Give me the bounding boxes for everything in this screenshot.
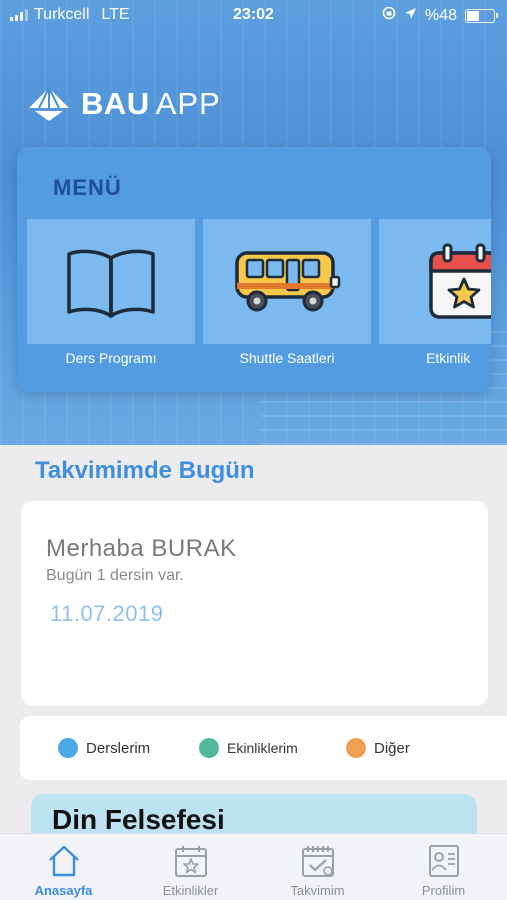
calendar-star-icon	[173, 842, 209, 880]
menu-item-shuttle-saatleri[interactable]: Shuttle Saatleri	[203, 219, 371, 379]
tab-label: Takvimim	[290, 883, 345, 898]
tab-label: Anasayfa	[34, 883, 93, 898]
calendar-legend: Derslerim Ekinliklerim Diğer	[20, 716, 507, 780]
tab-etkinlikler[interactable]: Etkinlikler	[127, 834, 254, 900]
menu-title: MENÜ	[53, 175, 122, 200]
brand-suffix: APP	[155, 86, 221, 121]
tab-label: Etkinlikler	[162, 883, 219, 898]
tab-bar: Anasayfa Etkinlikler Takvimim Profilim	[0, 833, 507, 900]
orientation-lock-icon	[382, 6, 396, 25]
menu-tile[interactable]	[379, 219, 491, 344]
brand-name: BAU	[81, 86, 150, 121]
bus-icon	[235, 250, 341, 311]
menu-item-label: Ders Programı	[65, 350, 157, 366]
tab-label: Profilim	[421, 883, 466, 898]
status-right: %48	[382, 6, 498, 25]
legend-dot	[58, 738, 78, 758]
menu-item-ders-programi[interactable]: Ders Programı	[27, 219, 195, 379]
menu-carousel[interactable]: Ders Programı Shuttle Saatleri Etkinlik	[27, 219, 491, 379]
calendar-check-icon	[300, 842, 336, 880]
daily-summary: Bugün 1 dersin var.	[46, 567, 184, 584]
today-card[interactable]: Merhaba BURAK Bugün 1 dersin var. 11.07.…	[21, 501, 488, 706]
legend-dot	[346, 738, 366, 758]
menu-tile[interactable]	[27, 219, 195, 344]
menu-item-label: Shuttle Saatleri	[239, 350, 335, 366]
menu-tile[interactable]	[203, 219, 371, 344]
course-title: Din Felsefesi	[52, 804, 225, 835]
profile-card-icon	[426, 842, 462, 880]
battery-icon	[465, 8, 498, 23]
tab-anasayfa[interactable]: Anasayfa	[0, 834, 127, 900]
status-bar: Turkcell LTE 23:02 %48	[0, 0, 507, 30]
legend-item-derslerim[interactable]: Derslerim	[58, 738, 150, 758]
header-background: Turkcell LTE 23:02 %48 BAU APP MENÜ Ders…	[0, 0, 507, 445]
location-arrow-icon	[404, 7, 417, 25]
legend-item-diger[interactable]: Diğer	[346, 738, 410, 758]
greeting-text: Merhaba BURAK	[46, 535, 237, 562]
legend-dot	[199, 738, 219, 758]
tab-profilim[interactable]: Profilim	[380, 834, 507, 900]
legend-label: Diğer	[374, 739, 410, 757]
today-date: 11.07.2019	[50, 601, 164, 626]
legend-label: Ekinliklerim	[227, 740, 298, 756]
calendar-star-icon	[429, 243, 491, 319]
tab-takvimim[interactable]: Takvimim	[254, 834, 381, 900]
legend-label: Derslerim	[86, 739, 151, 757]
battery-percent: %48	[424, 6, 457, 24]
home-icon	[46, 842, 82, 880]
menu-item-etkinlik[interactable]: Etkinlik	[379, 219, 491, 379]
today-section-title: Takvimimde Bugün	[35, 457, 255, 484]
menu-item-label: Etkinlik	[426, 350, 471, 366]
book-icon	[67, 249, 155, 318]
bau-logo-icon	[29, 87, 69, 121]
legend-item-ekinliklerim[interactable]: Ekinliklerim	[199, 738, 298, 758]
app-logo: BAU APP	[27, 86, 221, 122]
menu-card: MENÜ Ders Programı Shuttle Saatleri Etki…	[17, 147, 491, 392]
